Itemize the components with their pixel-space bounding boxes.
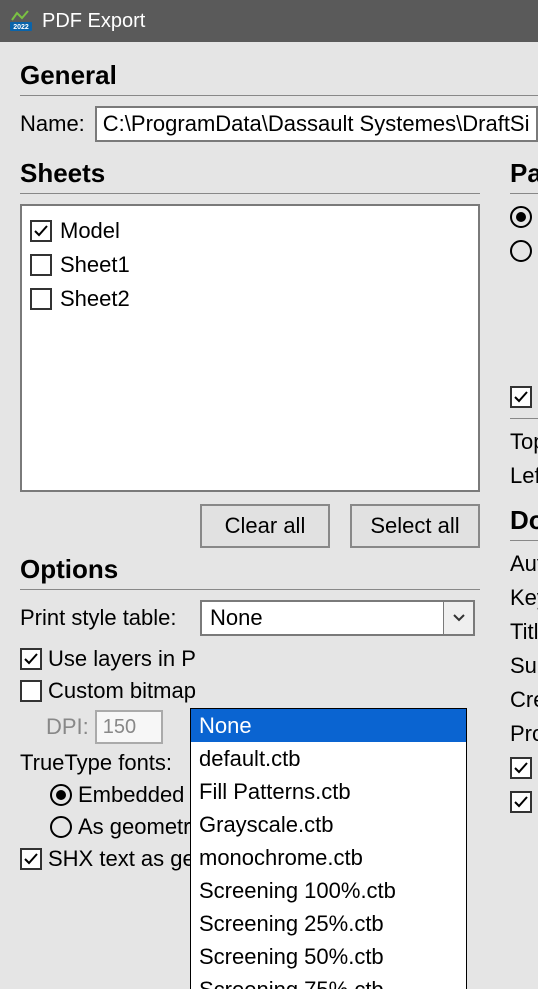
- dropdown-option[interactable]: None: [191, 709, 466, 742]
- tt-embedded-radio[interactable]: [50, 784, 72, 806]
- svg-text:2022: 2022: [13, 24, 29, 31]
- divider: [510, 418, 538, 419]
- list-item[interactable]: Sheet2: [30, 282, 470, 316]
- author-label: Autho: [510, 551, 538, 577]
- dropdown-option[interactable]: Screening 50%.ctb: [191, 940, 466, 973]
- print-style-value: None: [202, 605, 443, 631]
- use-layers-label: Use layers in P: [48, 646, 196, 672]
- producer-label: Produ: [510, 721, 538, 747]
- print-style-dropdown[interactable]: Nonedefault.ctbFill Patterns.ctbGrayscal…: [190, 708, 467, 989]
- checkbox[interactable]: [30, 220, 52, 242]
- custom-bitmap-checkbox[interactable]: [20, 680, 42, 702]
- list-item-label: Model: [60, 218, 120, 244]
- dropdown-option[interactable]: monochrome.ctb: [191, 841, 466, 874]
- dropdown-option[interactable]: Screening 25%.ctb: [191, 907, 466, 940]
- dropdown-option[interactable]: default.ctb: [191, 742, 466, 775]
- divider: [20, 95, 538, 96]
- titlebar: 2022 PDF Export: [0, 0, 538, 42]
- sa1-checkbox[interactable]: [510, 757, 532, 779]
- list-item-label: Sheet1: [60, 252, 130, 278]
- shx-checkbox[interactable]: [20, 848, 42, 870]
- tt-geometry-label: As geometry: [78, 814, 202, 840]
- sa2-checkbox[interactable]: [510, 791, 532, 813]
- checkbox[interactable]: [30, 254, 52, 276]
- custom-bitmap-label: Custom bitmap: [48, 678, 196, 704]
- divider: [20, 193, 480, 194]
- checkbox[interactable]: [30, 288, 52, 310]
- section-paper-heading: Pape: [510, 158, 538, 189]
- margin-left-label: Left:: [510, 463, 538, 489]
- subject-label: Subje: [510, 653, 538, 679]
- print-style-label: Print style table:: [20, 605, 190, 631]
- print-style-combo[interactable]: None: [200, 600, 475, 636]
- pdf-export-window: 2022 PDF Export General Name: Sheets: [0, 0, 538, 989]
- paper-standard-radio[interactable]: [510, 206, 532, 228]
- list-item[interactable]: Sheet1: [30, 248, 470, 282]
- tt-embedded-label: Embedded: [78, 782, 184, 808]
- tt-geometry-radio[interactable]: [50, 816, 72, 838]
- use-layers-checkbox[interactable]: [20, 648, 42, 670]
- dpi-input: [95, 710, 163, 744]
- dialog-body: General Name: Sheets Model: [0, 42, 538, 989]
- truetype-fonts-label: TrueType fonts:: [20, 750, 172, 776]
- window-title: PDF Export: [42, 10, 145, 33]
- section-options-heading: Options: [20, 554, 480, 585]
- keywords-label: Keywo: [510, 585, 538, 611]
- margin-top-label: Top:: [510, 429, 538, 455]
- app-icon: 2022: [8, 8, 34, 34]
- dpi-label: DPI:: [46, 714, 89, 740]
- divider: [20, 589, 480, 590]
- creator-label: Creato: [510, 687, 538, 713]
- section-general-heading: General: [20, 60, 538, 91]
- clear-all-button[interactable]: Clear all: [200, 504, 330, 548]
- dropdown-option[interactable]: Screening 100%.ctb: [191, 874, 466, 907]
- chevron-down-icon[interactable]: [443, 602, 473, 634]
- title-label: Title:: [510, 619, 538, 645]
- section-sheets-heading: Sheets: [20, 158, 480, 189]
- divider: [510, 540, 538, 541]
- name-input[interactable]: [95, 106, 538, 142]
- margins-checkbox[interactable]: [510, 386, 532, 408]
- list-item[interactable]: Model: [30, 214, 470, 248]
- paper-custom-radio[interactable]: [510, 240, 532, 262]
- dropdown-option[interactable]: Fill Patterns.ctb: [191, 775, 466, 808]
- dropdown-option[interactable]: Screening 75%.ctb: [191, 973, 466, 989]
- section-doc-heading: Docu: [510, 505, 538, 536]
- divider: [510, 193, 538, 194]
- name-label: Name:: [20, 111, 85, 137]
- sheets-listbox[interactable]: Model Sheet1 Sheet2: [20, 204, 480, 492]
- list-item-label: Sheet2: [60, 286, 130, 312]
- select-all-button[interactable]: Select all: [350, 504, 480, 548]
- dropdown-option[interactable]: Grayscale.ctb: [191, 808, 466, 841]
